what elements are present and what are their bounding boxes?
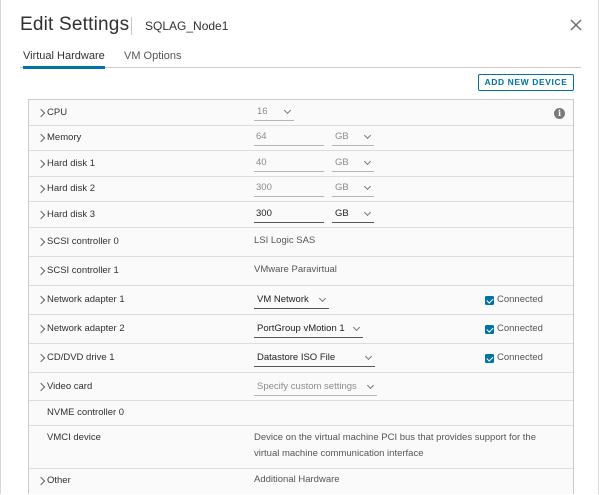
network-adapter-2-connected-checkbox[interactable] bbox=[485, 325, 494, 334]
row-nvme-controller-0: NVME controller 0 bbox=[29, 401, 573, 426]
expand-chevron-icon[interactable] bbox=[36, 382, 46, 392]
row-video-card: Video card Specify custom settings bbox=[29, 373, 573, 401]
video-card-select[interactable]: Specify custom settings bbox=[254, 380, 377, 396]
hard-disk-3-unit-select[interactable]: GB bbox=[332, 207, 374, 223]
cpu-label: CPU bbox=[47, 107, 68, 118]
vm-name: SQLAG_Node1 bbox=[145, 19, 229, 33]
cd-dvd-drive-1-connected-checkbox[interactable] bbox=[485, 354, 494, 363]
network-adapter-2-value: PortGroup vMotion 1 bbox=[257, 323, 345, 334]
video-card-value: Specify custom settings bbox=[257, 381, 357, 392]
hard-disk-2-unit-select[interactable]: GB bbox=[332, 181, 374, 197]
expand-chevron-icon[interactable] bbox=[36, 210, 46, 220]
edit-settings-dialog: Edit Settings SQLAG_Node1 Virtual Hardwa… bbox=[0, 0, 599, 494]
hard-disk-1-label: Hard disk 1 bbox=[47, 158, 96, 169]
memory-label: Memory bbox=[47, 132, 82, 143]
expand-chevron-icon[interactable] bbox=[36, 133, 46, 143]
network-adapter-1-value: VM Network bbox=[257, 294, 309, 305]
expand-chevron-icon[interactable] bbox=[36, 237, 46, 247]
network-adapter-2-label: Network adapter 2 bbox=[47, 323, 125, 334]
hardware-grid: CPU 16 i Memory 64 GB Hard disk 1 40 GB … bbox=[28, 99, 574, 494]
expand-chevron-icon[interactable] bbox=[36, 159, 46, 169]
row-network-adapter-1: Network adapter 1 VM Network Connected bbox=[29, 286, 573, 315]
chevron-down-icon bbox=[363, 208, 372, 217]
dialog-title: Edit Settings bbox=[20, 14, 130, 35]
hard-disk-2-label: Hard disk 2 bbox=[47, 183, 96, 194]
chevron-down-icon bbox=[363, 157, 372, 166]
other-value: Additional Hardware bbox=[254, 474, 340, 485]
row-hard-disk-2: Hard disk 2 300 GB bbox=[29, 177, 573, 202]
vmci-device-description-line2: virtual machine communication interface bbox=[254, 448, 424, 459]
row-hard-disk-3: Hard disk 3 300 GB bbox=[29, 202, 573, 228]
row-network-adapter-2: Network adapter 2 PortGroup vMotion 1 Co… bbox=[29, 315, 573, 344]
cpu-value: 16 bbox=[257, 106, 268, 117]
cd-dvd-drive-1-select[interactable]: Datastore ISO File bbox=[254, 351, 375, 367]
scsi-controller-0-value: LSI Logic SAS bbox=[254, 235, 316, 246]
network-adapter-1-connected-checkbox[interactable] bbox=[485, 296, 494, 305]
chevron-down-icon bbox=[363, 131, 372, 140]
hard-disk-3-label: Hard disk 3 bbox=[47, 209, 96, 220]
memory-input[interactable]: 64 bbox=[254, 130, 324, 146]
scsi-controller-1-value: VMware Paravirtual bbox=[254, 264, 337, 275]
row-other: Other Additional Hardware bbox=[29, 469, 573, 495]
memory-unit-select[interactable]: GB bbox=[332, 130, 374, 146]
chevron-down-icon bbox=[364, 352, 373, 361]
row-cd-dvd-drive-1: CD/DVD drive 1 Datastore ISO File Connec… bbox=[29, 344, 573, 373]
chevron-down-icon bbox=[318, 294, 327, 303]
expand-chevron-icon[interactable] bbox=[36, 324, 46, 334]
hard-disk-3-unit: GB bbox=[335, 208, 349, 219]
expand-chevron-icon[interactable] bbox=[36, 353, 46, 363]
memory-unit: GB bbox=[335, 131, 349, 142]
other-label: Other bbox=[47, 475, 71, 486]
nvme-controller-0-label: NVME controller 0 bbox=[47, 407, 125, 418]
tab-virtual-hardware[interactable]: Virtual Hardware bbox=[23, 50, 105, 69]
add-new-device-button[interactable]: ADD NEW DEVICE bbox=[478, 74, 574, 91]
row-hard-disk-1: Hard disk 1 40 GB bbox=[29, 151, 573, 177]
scsi-controller-0-label: SCSI controller 0 bbox=[47, 236, 119, 247]
hard-disk-1-unit-select[interactable]: GB bbox=[332, 156, 374, 172]
video-card-label: Video card bbox=[47, 381, 93, 392]
cd-dvd-drive-1-value: Datastore ISO File bbox=[257, 352, 336, 363]
hard-disk-2-unit: GB bbox=[335, 182, 349, 193]
row-vmci-device: VMCI device Device on the virtual machin… bbox=[29, 426, 573, 469]
tab-bar: Virtual Hardware VM Options bbox=[20, 48, 581, 69]
network-adapter-2-select[interactable]: PortGroup vMotion 1 bbox=[254, 322, 363, 338]
expand-chevron-icon[interactable] bbox=[36, 266, 46, 276]
cd-dvd-drive-1-label: CD/DVD drive 1 bbox=[47, 352, 115, 363]
chevron-down-icon bbox=[366, 381, 375, 390]
row-cpu: CPU 16 i bbox=[29, 100, 573, 126]
expand-chevron-icon[interactable] bbox=[36, 184, 46, 194]
network-adapter-1-select[interactable]: VM Network bbox=[254, 293, 329, 309]
row-scsi-controller-0: SCSI controller 0 LSI Logic SAS bbox=[29, 228, 573, 257]
chevron-down-icon bbox=[363, 182, 372, 191]
info-icon[interactable]: i bbox=[554, 108, 565, 119]
hard-disk-1-input[interactable]: 40 bbox=[254, 156, 324, 172]
scsi-controller-1-label: SCSI controller 1 bbox=[47, 265, 119, 276]
hard-disk-3-input[interactable]: 300 bbox=[254, 207, 324, 223]
expand-chevron-icon[interactable] bbox=[36, 295, 46, 305]
cpu-select[interactable]: 16 bbox=[254, 105, 294, 121]
close-icon[interactable] bbox=[567, 16, 585, 34]
network-adapter-1-label: Network adapter 1 bbox=[47, 294, 125, 305]
row-scsi-controller-1: SCSI controller 1 VMware Paravirtual bbox=[29, 257, 573, 286]
network-adapter-2-connected-label: Connected bbox=[497, 323, 543, 334]
chevron-down-icon bbox=[283, 106, 292, 115]
chevron-down-icon bbox=[352, 323, 361, 332]
vmci-device-description-line1: Device on the virtual machine PCI bus th… bbox=[254, 432, 536, 443]
network-adapter-1-connected-label: Connected bbox=[497, 294, 543, 305]
expand-chevron-icon[interactable] bbox=[36, 476, 46, 486]
cd-dvd-drive-1-connected-label: Connected bbox=[497, 352, 543, 363]
tab-vm-options[interactable]: VM Options bbox=[124, 50, 181, 68]
expand-chevron-icon[interactable] bbox=[36, 108, 46, 118]
hard-disk-1-unit: GB bbox=[335, 157, 349, 168]
vmci-device-label: VMCI device bbox=[47, 432, 101, 443]
hard-disk-2-input[interactable]: 300 bbox=[254, 181, 324, 197]
row-memory: Memory 64 GB bbox=[29, 126, 573, 151]
title-separator bbox=[131, 17, 132, 35]
